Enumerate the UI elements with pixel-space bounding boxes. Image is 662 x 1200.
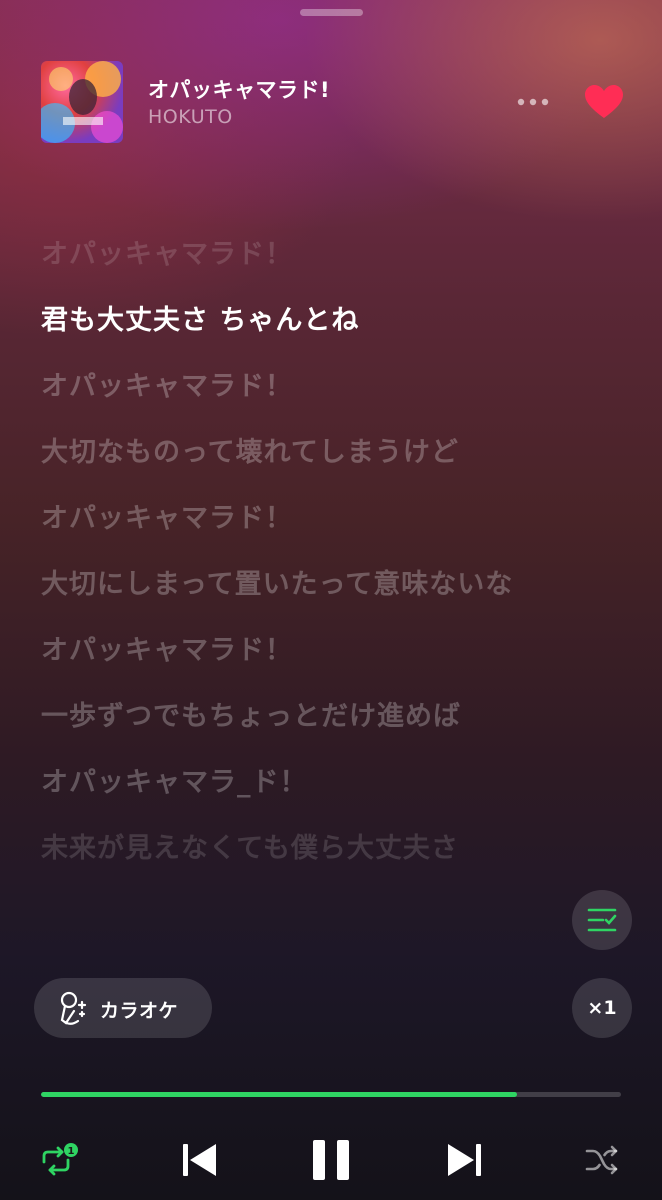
pause-icon [313, 1140, 349, 1180]
lyric-line[interactable]: 大切なものって壊れてしまうけど [41, 436, 541, 469]
karaoke-mic-icon [60, 991, 87, 1025]
previous-icon [183, 1144, 216, 1176]
repeat-badge: 1 [68, 1146, 75, 1157]
shuffle-button[interactable] [584, 1142, 620, 1178]
queue-button[interactable] [572, 890, 632, 950]
song-title[interactable]: オパッキャマラド! [148, 74, 330, 104]
karaoke-button[interactable]: カラオケ [34, 978, 212, 1038]
repeat-one-icon: 1 [42, 1143, 78, 1176]
album-artwork [41, 61, 123, 143]
more-icon [517, 98, 549, 106]
lyrics-list[interactable]: オパッキャマラド！ 君も大丈夫さ ちゃんとね オパッキャマラド！ 大切なものって… [41, 238, 541, 948]
queue-icon [587, 908, 617, 932]
karaoke-label: カラオケ [100, 1000, 179, 1022]
shuffle-icon [585, 1145, 618, 1175]
repeat-button[interactable]: 1 [36, 1140, 80, 1180]
like-button[interactable] [584, 84, 624, 120]
heart-icon [585, 85, 623, 118]
lyric-line[interactable]: オパッキャマラ_ド！ [41, 766, 541, 799]
progress-fill [41, 1092, 517, 1097]
lyric-line[interactable]: 大切にしまって置いたって意味ないな [41, 568, 541, 601]
lyric-line[interactable]: 未来が見えなくても僕ら大丈夫さ [41, 832, 541, 865]
artist-name[interactable]: HOKUTO [148, 106, 233, 128]
lyric-line[interactable]: オパッキャマラド！ [41, 238, 541, 271]
pause-button[interactable] [310, 1138, 352, 1182]
playback-speed-button[interactable]: ×1 [572, 978, 632, 1038]
lyric-line[interactable]: オパッキャマラド！ [41, 370, 541, 403]
next-icon [448, 1144, 481, 1176]
lyric-line[interactable]: 一歩ずつでもちょっとだけ進めば [41, 700, 541, 733]
lyric-line[interactable]: オパッキャマラド！ [41, 502, 541, 535]
more-button[interactable] [512, 92, 554, 112]
sheet-grabber[interactable] [300, 9, 363, 16]
previous-button[interactable] [180, 1140, 220, 1180]
next-button[interactable] [444, 1140, 484, 1180]
lyric-line[interactable]: オパッキャマラド！ [41, 634, 541, 667]
lyric-line-current[interactable]: 君も大丈夫さ ちゃんとね [41, 304, 541, 337]
progress-bar[interactable] [41, 1092, 621, 1097]
